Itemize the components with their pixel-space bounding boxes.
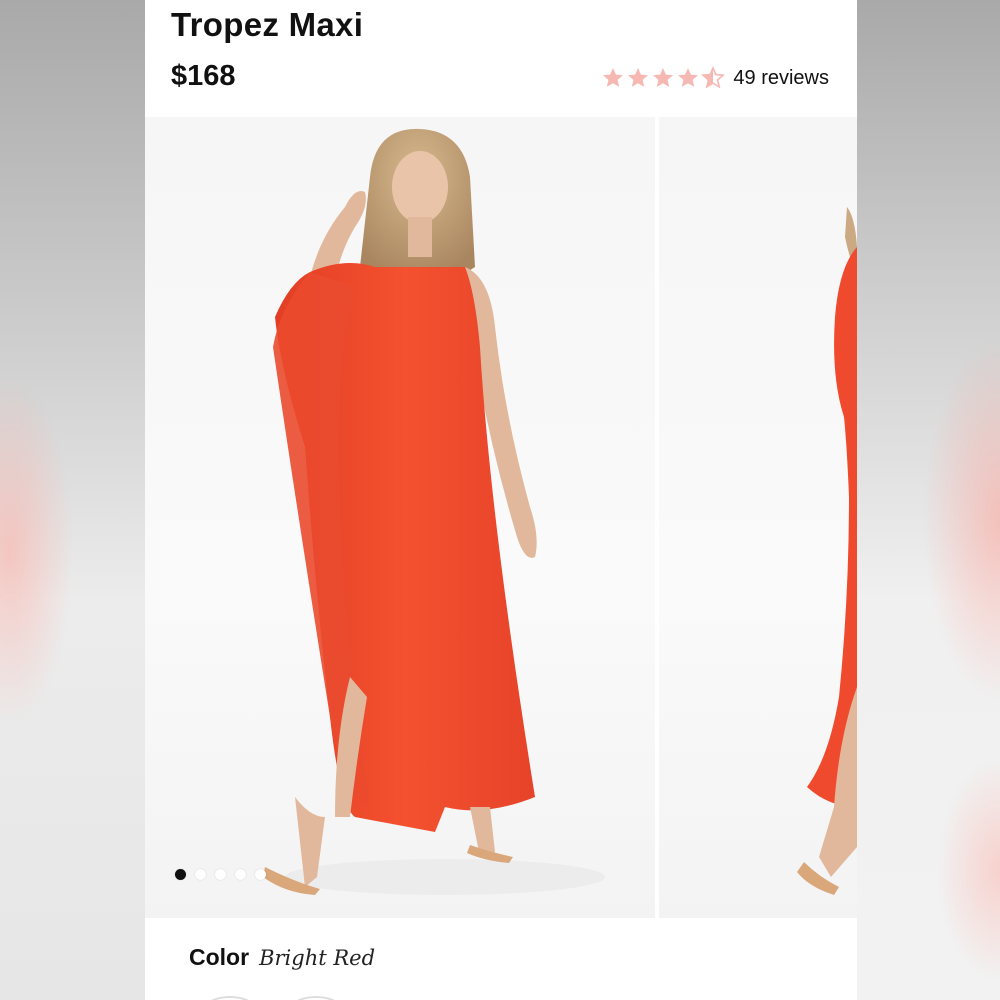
- star-half-icon: [701, 66, 726, 89]
- gallery-dot-active[interactable]: [175, 869, 186, 880]
- background-right: [857, 0, 1000, 1000]
- color-swatch[interactable]: [207, 996, 253, 1000]
- gallery-pagination[interactable]: [175, 869, 266, 880]
- product-photo-next[interactable]: [659, 117, 857, 918]
- gallery-dot[interactable]: [195, 869, 206, 880]
- product-page: Tropez Maxi $168 49 reviews Color Bright…: [145, 0, 857, 1000]
- star-icon: [653, 68, 674, 87]
- gallery-dot[interactable]: [235, 869, 246, 880]
- star-icon: [603, 68, 624, 87]
- star-icon: [628, 68, 649, 87]
- color-swatch[interactable]: [293, 996, 339, 1000]
- color-value: Bright Red: [259, 946, 376, 970]
- gallery-dot[interactable]: [255, 869, 266, 880]
- star-icon: [678, 68, 699, 87]
- background-left: [0, 0, 145, 1000]
- image-gallery[interactable]: [145, 117, 857, 918]
- model-photo-side-illustration: [797, 207, 857, 895]
- color-label: Color: [189, 944, 250, 970]
- gallery-dot[interactable]: [215, 869, 226, 880]
- product-price: $168: [171, 60, 236, 92]
- rating-summary[interactable]: 49 reviews: [601, 66, 829, 90]
- product-title: Tropez Maxi: [171, 6, 364, 43]
- product-photo-main[interactable]: [145, 117, 655, 918]
- review-count-link[interactable]: 49 reviews: [733, 67, 829, 90]
- model-photo-illustration: [263, 128, 605, 895]
- color-selector-row: Color Bright Red: [189, 944, 375, 971]
- rating-stars: [601, 66, 726, 90]
